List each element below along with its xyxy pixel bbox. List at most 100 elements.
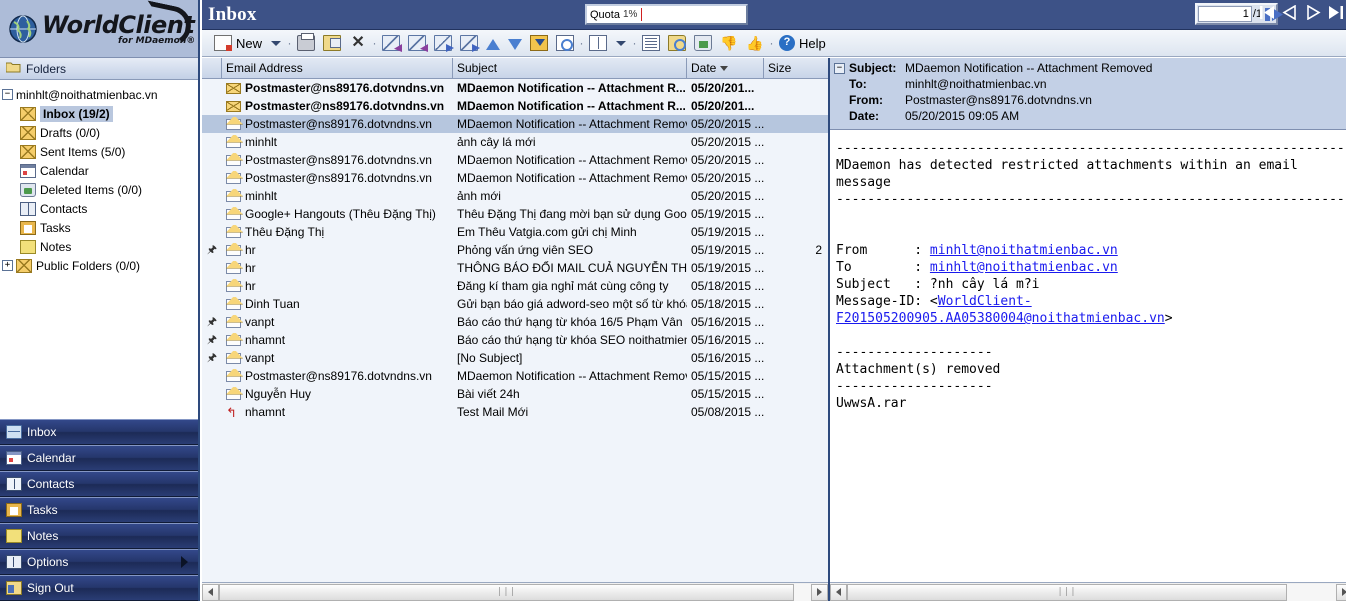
table-row[interactable]: minhlt ảnh cây lá mới 05/20/2015 ... [202, 133, 828, 151]
hscroll-thumb[interactable]: ||| [847, 583, 1287, 601]
forward-as-attachment-button[interactable] [456, 32, 482, 55]
scroll-left-button[interactable] [830, 583, 847, 601]
reply-all-button[interactable] [404, 32, 430, 55]
table-row[interactable]: Nguyễn Huy Bài viết 24h 05/15/2015 ... [202, 385, 828, 403]
first-message-button[interactable] [1259, 5, 1274, 20]
table-row[interactable]: Postmaster@ns89176.dotvndns.vn MDaemon No… [202, 169, 828, 187]
message-body-link[interactable]: minhlt@noithatmienbac.vn [930, 243, 1118, 258]
page-number-input[interactable]: 1 [1197, 6, 1252, 22]
columns-caret-icon[interactable] [616, 40, 627, 46]
hscroll-track[interactable]: ||| [847, 583, 1336, 601]
hscroll-track[interactable]: ||| [219, 583, 811, 601]
nav-button-notes[interactable]: Notes [0, 523, 198, 549]
row-subject[interactable]: ảnh cây lá mới [453, 135, 687, 149]
table-row[interactable]: Postmaster@ns89176.dotvndns.vn MDaemon No… [202, 367, 828, 385]
move-to-folder-button[interactable] [319, 32, 345, 55]
nav-button-options[interactable]: Options [0, 549, 198, 575]
expand-public-folders-icon[interactable]: + [2, 260, 13, 271]
row-subject[interactable]: MDaemon Notification -- Attachment Remov… [453, 369, 687, 383]
column-header-email-address[interactable]: Email Address [222, 58, 453, 78]
forward-button[interactable] [430, 32, 456, 55]
table-row[interactable]: Postmaster@ns89176.dotvndns.vn MDaemon No… [202, 151, 828, 169]
scroll-right-button[interactable] [1335, 583, 1346, 601]
sidebar-item-contacts[interactable]: Contacts [0, 199, 198, 218]
empty-trash-button[interactable] [690, 32, 716, 55]
table-row[interactable]: 🖈 vanpt [No Subject] 05/16/2015 ... [202, 349, 828, 367]
new-dropdown-caret-icon[interactable] [271, 40, 282, 46]
row-subject[interactable]: MDaemon Notification -- Attachment R... [453, 81, 687, 95]
sidebar-item-notes[interactable]: Notes [0, 237, 198, 256]
table-row[interactable]: hr THÔNG BÁO ĐỔI MAIL CUẢ NGUYỄN THỦY D..… [202, 259, 828, 277]
table-row[interactable]: ↰ nhamnt Test Mail Mới 05/08/2015 ... [202, 403, 828, 421]
row-subject[interactable]: MDaemon Notification -- Attachment Remov… [453, 117, 687, 131]
message-list-hscrollbar[interactable]: ||| [202, 582, 828, 601]
table-row[interactable]: 🖈 vanpt Báo cáo thứ hạng từ khóa 16/5 Phạm… [202, 313, 828, 331]
move-up-button[interactable] [482, 32, 504, 55]
table-row[interactable]: 🖈 nhamnt Báo cáo thứ hạng từ khóa SEO noit… [202, 331, 828, 349]
row-subject[interactable]: Gửi bạn báo giá adword-seo một số từ khó… [453, 297, 687, 311]
message-list-body[interactable]: Postmaster@ns89176.dotvndns.vn MDaemon No… [202, 79, 828, 582]
column-header-subject[interactable]: Subject [453, 58, 687, 78]
nav-button-sign-out[interactable]: Sign Out [0, 575, 198, 601]
sidebar-item-sent-items[interactable]: Sent Items (5/0) [0, 142, 198, 161]
collapse-account-icon[interactable]: − [2, 89, 13, 100]
tree-account-row[interactable]: − minhlt@noithatmienbac.vn [0, 85, 198, 104]
column-header-flag[interactable] [202, 58, 222, 78]
sidebar-item-public-folders[interactable]: + Public Folders (0/0) [0, 256, 198, 275]
sidebar-item-deleted-items[interactable]: Deleted Items (0/0) [0, 180, 198, 199]
table-row[interactable]: 🖈 hr Phỏng vấn ứng viên SEO 05/19/2015 ... 2 [202, 241, 828, 259]
message-body-link[interactable]: F201505200905.AA05380004@noithatmienbac.… [836, 311, 1165, 326]
preview-hscrollbar[interactable]: ||| [830, 582, 1346, 601]
column-header-size[interactable]: Size [764, 58, 828, 78]
table-row[interactable]: Google+ Hangouts (Thêu Đặng Thị) Thêu Đặn… [202, 205, 828, 223]
search-folder-button[interactable] [664, 32, 690, 55]
move-down-button[interactable] [504, 32, 526, 55]
new-message-button[interactable]: New [210, 32, 266, 55]
allow-sender-button[interactable]: 👍 [742, 32, 768, 55]
delete-button[interactable]: ✕ [345, 32, 371, 55]
help-button[interactable]: ? Help [775, 32, 830, 55]
print-button[interactable] [293, 32, 319, 55]
row-subject[interactable]: Em Thêu Vatgia.com gửi chị Minh [453, 225, 687, 239]
hscroll-thumb[interactable]: ||| [219, 583, 794, 601]
collapse-header-icon[interactable]: − [834, 63, 845, 74]
message-rules-button[interactable] [638, 32, 664, 55]
previous-message-button[interactable] [1282, 4, 1296, 21]
row-subject[interactable]: Test Mail Mới [453, 405, 687, 419]
row-subject[interactable]: [No Subject] [453, 351, 687, 365]
table-row[interactable]: Postmaster@ns89176.dotvndns.vn MDaemon No… [202, 79, 828, 97]
row-subject[interactable]: Báo cáo thứ hạng từ khóa 16/5 Phạm Vân [453, 315, 687, 329]
row-subject[interactable]: Phỏng vấn ứng viên SEO [453, 243, 687, 257]
sidebar-item-calendar[interactable]: Calendar [0, 161, 198, 180]
row-subject[interactable]: MDaemon Notification -- Attachment Remov… [453, 153, 687, 167]
row-subject[interactable]: Thêu Đặng Thị đang mời bạn sử dụng Googl… [453, 207, 687, 221]
sidebar-item-inbox[interactable]: Inbox (19/2) [0, 104, 198, 123]
last-message-button[interactable] [1328, 5, 1343, 20]
block-sender-button[interactable]: 👎 [716, 32, 742, 55]
row-subject[interactable]: ảnh mới [453, 189, 687, 203]
table-row[interactable]: Thêu Đặng Thị Em Thêu Vatgia.com gửi chị … [202, 223, 828, 241]
message-body-link[interactable]: WorldClient- [938, 294, 1032, 309]
scroll-right-button[interactable] [811, 583, 828, 601]
row-subject[interactable]: MDaemon Notification -- Attachment Remov… [453, 171, 687, 185]
table-row[interactable]: minhlt ảnh mới 05/20/2015 ... [202, 187, 828, 205]
row-subject[interactable]: Đăng kí tham gia nghỉ mát cùng công ty [453, 279, 687, 293]
columns-button[interactable] [585, 32, 611, 55]
view-source-button[interactable] [552, 32, 578, 55]
table-row[interactable]: Postmaster@ns89176.dotvndns.vn MDaemon No… [202, 115, 828, 133]
sidebar-item-drafts[interactable]: Drafts (0/0) [0, 123, 198, 142]
next-message-button[interactable] [1305, 4, 1321, 21]
sidebar-item-tasks[interactable]: Tasks [0, 218, 198, 237]
nav-button-inbox[interactable]: Inbox [0, 419, 198, 445]
scroll-left-button[interactable] [202, 583, 219, 601]
row-subject[interactable]: THÔNG BÁO ĐỔI MAIL CUẢ NGUYỄN THỦY D... [453, 261, 687, 275]
nav-button-tasks[interactable]: Tasks [0, 497, 198, 523]
reply-button[interactable] [378, 32, 404, 55]
table-row[interactable]: Dinh Tuan Gửi bạn báo giá adword-seo một … [202, 295, 828, 313]
column-header-date[interactable]: Date [687, 58, 764, 78]
nav-button-contacts[interactable]: Contacts [0, 471, 198, 497]
row-subject[interactable]: MDaemon Notification -- Attachment R... [453, 99, 687, 113]
row-subject[interactable]: Bài viết 24h [453, 387, 687, 401]
move-to-inbox-button[interactable] [526, 32, 552, 55]
nav-button-calendar[interactable]: Calendar [0, 445, 198, 471]
